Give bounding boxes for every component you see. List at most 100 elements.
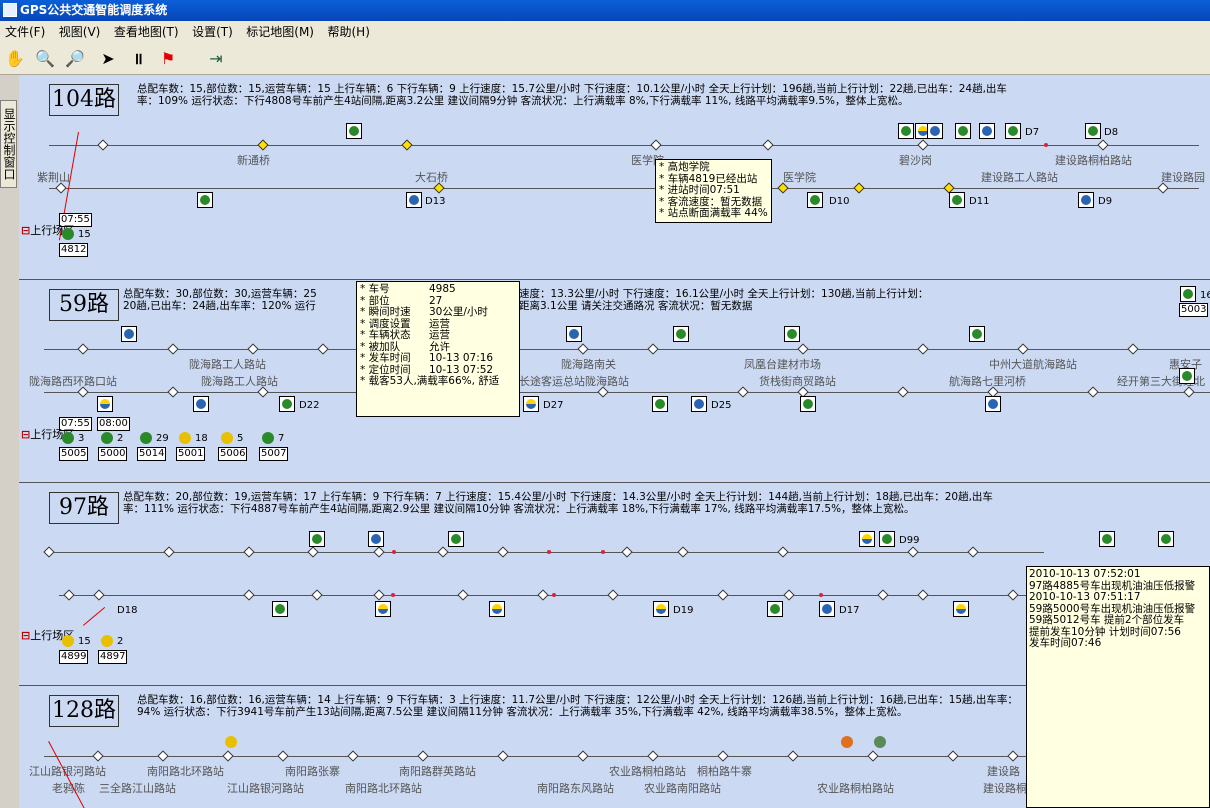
- bus-icon[interactable]: [841, 736, 853, 748]
- bus-icon[interactable]: [272, 601, 288, 617]
- stop-marker[interactable]: [497, 546, 509, 558]
- bus-icon[interactable]: [898, 123, 914, 139]
- display-control-tab[interactable]: 显示控制窗口: [0, 100, 17, 188]
- yard-bus-icon[interactable]: [140, 432, 152, 444]
- stop-marker[interactable]: [853, 182, 865, 194]
- stop-marker[interactable]: [347, 750, 359, 762]
- stop-marker[interactable]: [967, 546, 979, 558]
- yard-vehicle[interactable]: 4899: [59, 650, 89, 664]
- bus-icon[interactable]: [673, 326, 689, 342]
- stop-marker[interactable]: [1017, 343, 1029, 355]
- stop-marker[interactable]: [1007, 589, 1019, 601]
- bus-icon[interactable]: [691, 396, 707, 412]
- bus-icon[interactable]: [566, 326, 582, 342]
- bus-icon[interactable]: [197, 192, 213, 208]
- stop-marker[interactable]: [777, 546, 789, 558]
- menu-map[interactable]: 查看地图(T): [109, 21, 184, 43]
- stop-marker[interactable]: [917, 589, 929, 601]
- stop-marker[interactable]: [677, 546, 689, 558]
- stop-marker[interactable]: [1087, 386, 1099, 398]
- bus-vehicle[interactable]: 5003: [1179, 303, 1209, 317]
- route-name[interactable]: 97路: [49, 492, 119, 524]
- yard-bus-icon[interactable]: [101, 432, 113, 444]
- bus-icon[interactable]: [97, 396, 113, 412]
- menu-help[interactable]: 帮助(H): [322, 21, 374, 43]
- yard-vehicle[interactable]: 5007: [259, 447, 289, 461]
- stop-marker[interactable]: [92, 750, 104, 762]
- pause-icon[interactable]: ॥: [126, 47, 150, 71]
- bus-icon[interactable]: [368, 531, 384, 547]
- bus-icon[interactable]: [979, 123, 995, 139]
- bus-icon[interactable]: [1085, 123, 1101, 139]
- yard-vehicle[interactable]: 4812: [59, 243, 89, 257]
- zoom-out-icon[interactable]: 🔎: [63, 47, 87, 71]
- stop-marker[interactable]: [907, 546, 919, 558]
- stop-marker[interactable]: [762, 139, 774, 151]
- stop-marker[interactable]: [373, 546, 385, 558]
- bus-icon[interactable]: [1179, 368, 1195, 384]
- stop-marker[interactable]: [537, 589, 549, 601]
- stop-marker[interactable]: [577, 343, 589, 355]
- stop-marker[interactable]: [1127, 343, 1139, 355]
- bus-icon[interactable]: [1005, 123, 1021, 139]
- stop-marker[interactable]: [307, 546, 319, 558]
- stop-marker[interactable]: [917, 139, 929, 151]
- bus-icon[interactable]: [653, 601, 669, 617]
- stop-marker[interactable]: [787, 750, 799, 762]
- stop-marker[interactable]: [647, 343, 659, 355]
- stop-marker[interactable]: [650, 139, 662, 151]
- stop-marker[interactable]: [63, 589, 75, 601]
- bus-icon[interactable]: [874, 736, 886, 748]
- bus-icon[interactable]: [859, 531, 875, 547]
- stop-marker[interactable]: [77, 343, 89, 355]
- stop-marker[interactable]: [947, 750, 959, 762]
- stop-marker[interactable]: [437, 546, 449, 558]
- stop-marker[interactable]: [401, 139, 413, 151]
- stop-marker[interactable]: [457, 589, 469, 601]
- bus-icon[interactable]: [523, 396, 539, 412]
- bus-icon[interactable]: [949, 192, 965, 208]
- stop-marker[interactable]: [1097, 139, 1109, 151]
- bus-icon[interactable]: [1158, 531, 1174, 547]
- yard-bus-icon[interactable]: [62, 228, 74, 240]
- stop-marker[interactable]: [257, 139, 269, 151]
- stop-marker[interactable]: [243, 589, 255, 601]
- hand-icon[interactable]: ✋: [3, 47, 27, 71]
- stop-marker[interactable]: [167, 386, 179, 398]
- stop-marker[interactable]: [797, 343, 809, 355]
- bus-icon[interactable]: [784, 326, 800, 342]
- stop-marker[interactable]: [607, 589, 619, 601]
- stop-marker[interactable]: [717, 750, 729, 762]
- menu-file[interactable]: 文件(F): [0, 21, 50, 43]
- bus-icon[interactable]: [1099, 531, 1115, 547]
- bus-icon[interactable]: [121, 326, 137, 342]
- stop-marker[interactable]: [93, 589, 105, 601]
- exit-icon[interactable]: ⇥: [204, 47, 228, 71]
- stop-marker[interactable]: [317, 343, 329, 355]
- stop-marker[interactable]: [497, 750, 509, 762]
- route-name[interactable]: 104路: [49, 84, 119, 116]
- stop-marker[interactable]: [877, 589, 889, 601]
- bus-icon[interactable]: [406, 192, 422, 208]
- bus-icon[interactable]: [807, 192, 823, 208]
- stop-marker[interactable]: [783, 589, 795, 601]
- route-name[interactable]: 59路: [49, 289, 119, 321]
- stop-marker[interactable]: [43, 546, 55, 558]
- bus-icon[interactable]: [346, 123, 362, 139]
- bus-icon[interactable]: [1078, 192, 1094, 208]
- stop-marker[interactable]: [577, 750, 589, 762]
- menu-settings[interactable]: 设置(T): [187, 21, 238, 43]
- stop-marker[interactable]: [311, 589, 323, 601]
- stop-marker[interactable]: [1007, 750, 1019, 762]
- stop-marker[interactable]: [621, 546, 633, 558]
- menu-view[interactable]: 视图(V): [54, 21, 106, 43]
- yard-bus-icon[interactable]: [221, 432, 233, 444]
- bus-icon[interactable]: [652, 396, 668, 412]
- bus-icon[interactable]: [767, 601, 783, 617]
- stop-marker[interactable]: [277, 750, 289, 762]
- menu-mark-map[interactable]: 标记地图(M): [241, 21, 319, 43]
- yard-vehicle[interactable]: 4897: [98, 650, 128, 664]
- yard-vehicle[interactable]: 5006: [218, 447, 248, 461]
- stop-marker[interactable]: [917, 343, 929, 355]
- yard-bus-icon[interactable]: [262, 432, 274, 444]
